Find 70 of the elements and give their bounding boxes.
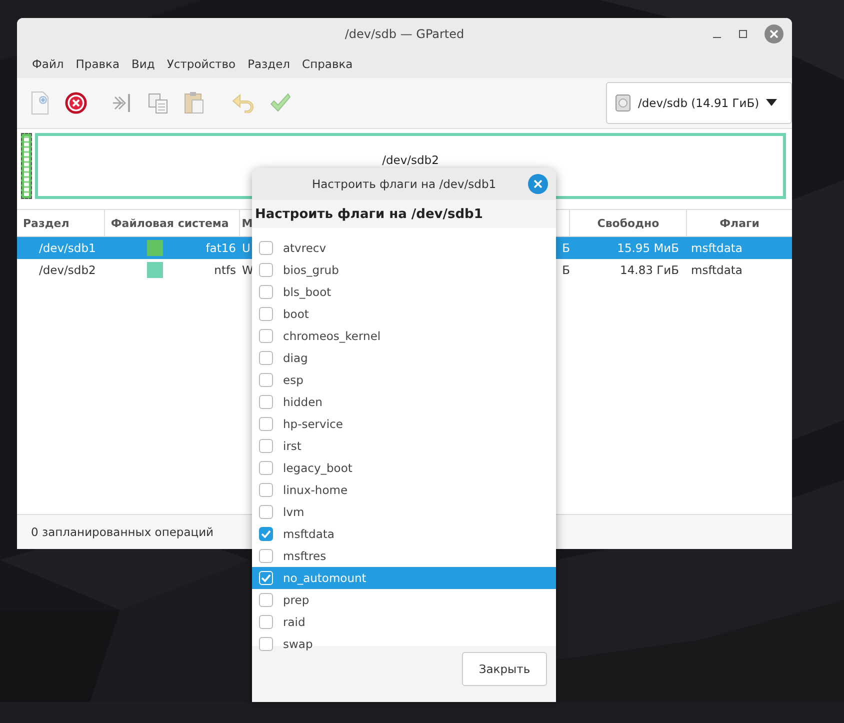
partition-block[interactable]: [21, 133, 32, 199]
menu-item[interactable]: Файл: [26, 57, 70, 71]
dialog-heading: Настроить флаги на /dev/sdb1: [255, 206, 483, 222]
menu-item[interactable]: Правка: [70, 57, 126, 71]
flag-item[interactable]: chromeos_kernel: [252, 325, 556, 347]
checkbox[interactable]: [259, 549, 273, 563]
checkbox[interactable]: [259, 329, 273, 343]
checkbox[interactable]: [259, 263, 273, 277]
checkbox[interactable]: [259, 395, 273, 409]
checkbox[interactable]: [259, 241, 273, 255]
flag-item[interactable]: atvrecv: [252, 237, 556, 259]
menu-item[interactable]: Справка: [296, 57, 359, 71]
caret-icon: [766, 99, 778, 107]
table-cell-text: Б: [561, 241, 570, 255]
column-header[interactable]: Флаги: [687, 210, 792, 236]
flag-item[interactable]: msftres: [252, 545, 556, 567]
flag-item[interactable]: diag: [252, 347, 556, 369]
column-header[interactable]: М: [240, 210, 252, 236]
flag-item[interactable]: prep: [252, 589, 556, 611]
close-icon[interactable]: [764, 24, 784, 44]
table-cell[interactable]: /dev/sdb2: [17, 263, 105, 277]
window-title: /dev/sdb — GParted: [344, 27, 464, 41]
checkbox[interactable]: [259, 285, 273, 299]
table-cell-text: 14.83 ГиБ: [619, 263, 680, 277]
menu-item[interactable]: Вид: [126, 57, 161, 71]
column-header[interactable]: Свободно: [570, 210, 688, 236]
flag-item[interactable]: lvm: [252, 501, 556, 523]
checkbox[interactable]: [259, 461, 273, 475]
flag-item[interactable]: raid: [252, 611, 556, 633]
table-cell-text: 15.95 МиБ: [616, 241, 680, 255]
table-cell-text: Б: [561, 263, 570, 277]
flag-item[interactable]: bls_boot: [252, 281, 556, 303]
checkbox[interactable]: [259, 527, 273, 541]
menu-item[interactable]: Раздел: [242, 57, 296, 71]
flag-item[interactable]: irst: [252, 435, 556, 457]
table-cell: fat16: [206, 241, 236, 255]
dialog-title: Настроить флаги на /dev/sdb1: [312, 177, 496, 191]
checkbox[interactable]: [259, 307, 273, 321]
checkbox[interactable]: [259, 351, 273, 365]
table-cell-text: msftdata: [690, 263, 744, 277]
table-cell-text: U: [241, 241, 252, 255]
checkbox[interactable]: [259, 373, 273, 387]
flag-item[interactable]: esp: [252, 369, 556, 391]
flag-item[interactable]: bios_grub: [252, 259, 556, 281]
delete-icon[interactable]: [65, 92, 87, 114]
flag-item[interactable]: hp-service: [252, 413, 556, 435]
column-header[interactable]: Раздел: [17, 210, 105, 236]
table-cell-text: msftdata: [690, 241, 744, 255]
column-header[interactable]: Файловая система: [104, 210, 240, 236]
checkbox[interactable]: [259, 439, 273, 453]
flag-item[interactable]: linux-home: [252, 479, 556, 501]
checkbox[interactable]: [259, 637, 273, 651]
flag-item[interactable]: msftdata: [252, 523, 556, 545]
checkbox[interactable]: [259, 483, 273, 497]
checkbox[interactable]: [259, 417, 273, 431]
flag-item[interactable]: legacy_boot: [252, 457, 556, 479]
checkbox[interactable]: [259, 615, 273, 629]
checkbox[interactable]: [259, 505, 273, 519]
flag-item[interactable]: boot: [252, 303, 556, 325]
flag-item[interactable]: swap: [252, 633, 556, 655]
table-cell: ntfs: [214, 263, 236, 277]
checkbox[interactable]: [259, 593, 273, 607]
partition-label: /dev/sdb2: [382, 153, 439, 167]
menu-item[interactable]: Устройство: [160, 57, 242, 71]
close-button[interactable]: Закрыть: [462, 652, 547, 686]
device-selector[interactable]: /dev/sdb (14.91 ГиБ): [606, 82, 792, 124]
maximize-icon[interactable]: [738, 29, 748, 39]
close-icon[interactable]: [528, 174, 548, 194]
status-text: 0 запланированных операций: [31, 525, 214, 539]
flag-item[interactable]: hidden: [252, 391, 556, 413]
